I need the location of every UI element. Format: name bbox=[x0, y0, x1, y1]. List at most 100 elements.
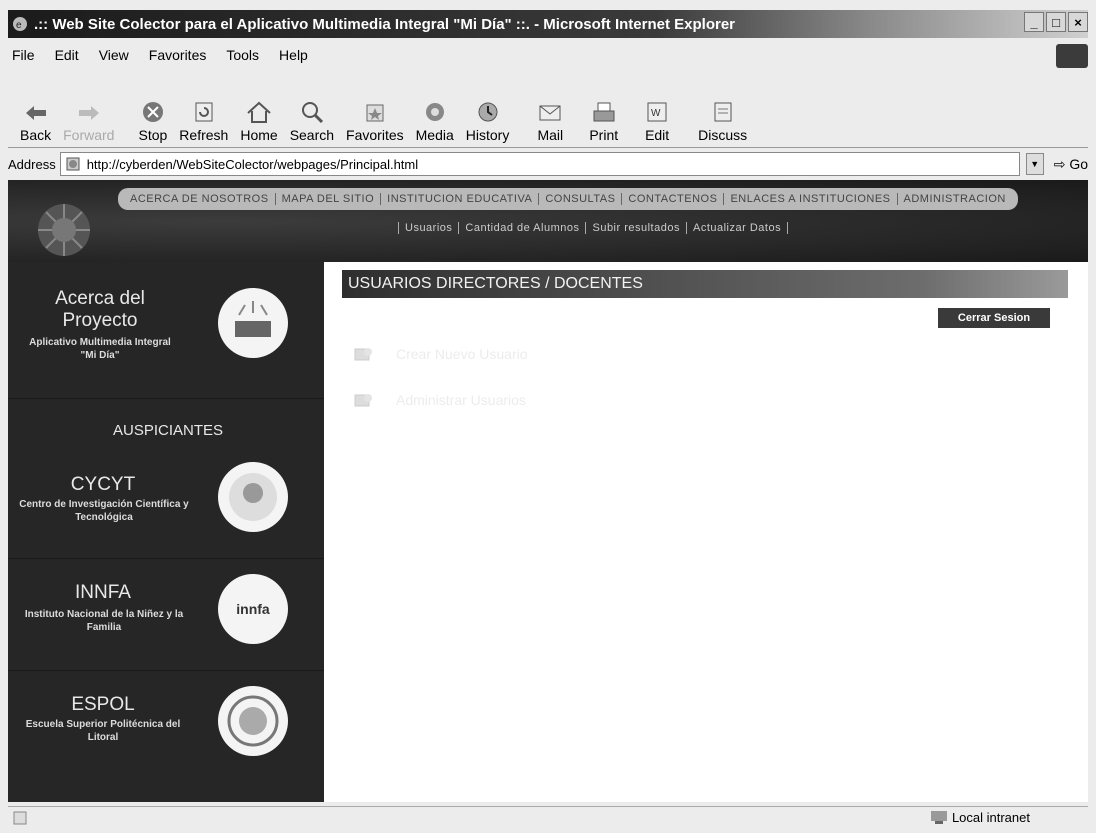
admin-subnav: Usuarios Cantidad de Alumnos Subir resul… bbox=[398, 222, 789, 234]
edit-icon: W bbox=[647, 102, 667, 122]
close-button[interactable]: × bbox=[1068, 12, 1088, 32]
refresh-icon bbox=[195, 102, 213, 122]
svg-text:e: e bbox=[16, 20, 22, 31]
project-logo-icon bbox=[235, 301, 271, 337]
menu-edit[interactable]: Edit bbox=[55, 47, 79, 63]
discuss-button[interactable]: Discuss bbox=[698, 101, 747, 143]
about-title[interactable]: Acerca del Proyecto bbox=[30, 288, 170, 332]
menu-view[interactable]: View bbox=[99, 47, 129, 63]
sidebar-divider bbox=[8, 670, 324, 671]
subnav-usuarios[interactable]: Usuarios bbox=[398, 222, 458, 234]
menu-help[interactable]: Help bbox=[279, 47, 308, 63]
menu-tools[interactable]: Tools bbox=[226, 47, 259, 63]
window-controls: _ □ × bbox=[1024, 12, 1088, 32]
sidebar-divider bbox=[8, 558, 324, 559]
manage-users-label: Administrar Usuarios bbox=[396, 392, 526, 408]
nav-administracion[interactable]: ADMINISTRACION bbox=[898, 193, 1012, 205]
menu-bar: File Edit View Favorites Tools Help bbox=[8, 44, 1088, 66]
nav-contactenos[interactable]: CONTACTENOS bbox=[622, 193, 725, 205]
address-dropdown-button[interactable]: ▼ bbox=[1025, 153, 1044, 175]
window-title: .:: Web Site Colector para el Aplicativo… bbox=[34, 15, 735, 33]
forward-button[interactable]: Forward bbox=[63, 103, 114, 143]
zone-indicator: Local intranet bbox=[930, 809, 1030, 825]
edit-button[interactable]: W Edit bbox=[644, 101, 670, 143]
svg-text:W: W bbox=[651, 108, 661, 119]
subnav-cantidad[interactable]: Cantidad de Alumnos bbox=[458, 222, 585, 234]
discuss-icon bbox=[714, 102, 732, 122]
search-button[interactable]: Search bbox=[290, 101, 334, 143]
address-label: Address bbox=[8, 156, 56, 172]
zone-label: Local intranet bbox=[951, 809, 1030, 825]
users-icon bbox=[354, 394, 372, 407]
espol-seal-icon bbox=[227, 695, 279, 747]
main-nav: ACERCA DE NOSOTROS MAPA DEL SITIO INSTIT… bbox=[118, 188, 1018, 210]
toolbar: Back Forward Stop Refresh Home Search Fa… bbox=[8, 72, 1088, 148]
stop-icon bbox=[142, 102, 163, 122]
media-icon bbox=[425, 103, 444, 121]
ie-icon: e bbox=[13, 17, 27, 31]
logout-button[interactable]: Cerrar Sesion bbox=[938, 308, 1050, 328]
innfa-logo-text: innfa bbox=[236, 601, 270, 617]
create-user-label: Crear Nuevo Usuario bbox=[396, 346, 528, 362]
print-icon bbox=[593, 102, 615, 122]
user-add-icon bbox=[354, 348, 372, 361]
sidebar: Acerca del Proyecto Aplicativo Multimedi… bbox=[8, 262, 324, 802]
page-content: ACERCA DE NOSOTROS MAPA DEL SITIO INSTIT… bbox=[8, 180, 1088, 802]
nav-consultas[interactable]: CONSULTAS bbox=[539, 193, 623, 205]
search-icon bbox=[301, 102, 323, 123]
back-arrow-icon bbox=[25, 106, 46, 120]
subnav-actualizar[interactable]: Actualizar Datos bbox=[685, 222, 789, 234]
go-arrow-icon: ⇨ bbox=[1053, 155, 1066, 172]
maximize-button[interactable]: □ bbox=[1046, 12, 1066, 32]
espol-title[interactable]: ESPOL bbox=[48, 694, 158, 716]
history-icon bbox=[478, 102, 498, 122]
media-button[interactable]: Media bbox=[416, 101, 454, 143]
section-header: USUARIOS DIRECTORES / DOCENTES bbox=[342, 270, 1068, 298]
menu-favorites[interactable]: Favorites bbox=[149, 47, 207, 63]
page-icon bbox=[66, 157, 80, 171]
back-button[interactable]: Back bbox=[20, 103, 51, 143]
cycyt-subtitle: Centro de Investigación Científica y Tec… bbox=[19, 499, 189, 523]
innfa-subtitle: Instituto Nacional de la Niñez y la Fami… bbox=[24, 609, 184, 633]
address-url: http://cyberden/WebSiteColector/webpages… bbox=[86, 156, 419, 172]
site-banner: ACERCA DE NOSOTROS MAPA DEL SITIO INSTIT… bbox=[8, 180, 1088, 262]
create-user-link[interactable]: Crear Nuevo Usuario bbox=[354, 346, 528, 362]
minimize-button[interactable]: _ bbox=[1024, 12, 1044, 32]
mail-button[interactable]: Mail bbox=[537, 101, 563, 143]
status-page-icon bbox=[13, 811, 27, 824]
sponsors-title: AUSPICIANTES bbox=[112, 422, 224, 439]
nav-enlaces[interactable]: ENLACES A INSTITUCIONES bbox=[724, 193, 898, 205]
favorites-button[interactable]: Favorites bbox=[346, 101, 404, 143]
manage-users-link[interactable]: Administrar Usuarios bbox=[354, 392, 526, 408]
refresh-button[interactable]: Refresh bbox=[179, 101, 228, 143]
go-button[interactable]: ⇨ Go bbox=[1054, 156, 1088, 173]
cycyt-logo[interactable] bbox=[218, 462, 288, 532]
browser-window: e .:: Web Site Colector para el Aplicati… bbox=[0, 0, 1096, 833]
history-button[interactable]: History bbox=[466, 101, 509, 143]
espol-subtitle: Escuela Superior Politécnica del Litoral bbox=[25, 719, 181, 743]
title-bar: e .:: Web Site Colector para el Aplicati… bbox=[8, 10, 1088, 38]
address-input[interactable]: http://cyberden/WebSiteColector/webpages… bbox=[59, 152, 1020, 176]
nav-institucion[interactable]: INSTITUCION EDUCATIVA bbox=[381, 193, 540, 205]
mail-icon bbox=[539, 105, 561, 121]
espol-logo[interactable] bbox=[218, 686, 288, 756]
home-button[interactable]: Home bbox=[240, 101, 278, 143]
innfa-logo[interactable]: innfa bbox=[218, 574, 288, 644]
print-button[interactable]: Print bbox=[589, 101, 618, 143]
home-icon bbox=[247, 101, 271, 123]
menu-file[interactable]: File bbox=[12, 47, 35, 63]
status-bar: Local intranet bbox=[8, 806, 1088, 828]
stop-button[interactable]: Stop bbox=[138, 101, 167, 143]
nav-mapa[interactable]: MAPA DEL SITIO bbox=[276, 193, 382, 205]
cycyt-title[interactable]: CYCYT bbox=[48, 474, 158, 496]
forward-arrow-icon bbox=[78, 106, 99, 120]
nav-acerca[interactable]: ACERCA DE NOSOTROS bbox=[124, 193, 276, 205]
cycyt-logo-icon bbox=[229, 473, 277, 521]
address-bar: Address http://cyberden/WebSiteColector/… bbox=[8, 150, 1088, 178]
site-logo-icon bbox=[38, 204, 90, 256]
about-logo[interactable] bbox=[218, 288, 288, 358]
intranet-icon bbox=[930, 811, 947, 824]
subnav-subir[interactable]: Subir resultados bbox=[585, 222, 686, 234]
innfa-title[interactable]: INNFA bbox=[48, 582, 158, 604]
sidebar-divider bbox=[8, 398, 324, 399]
